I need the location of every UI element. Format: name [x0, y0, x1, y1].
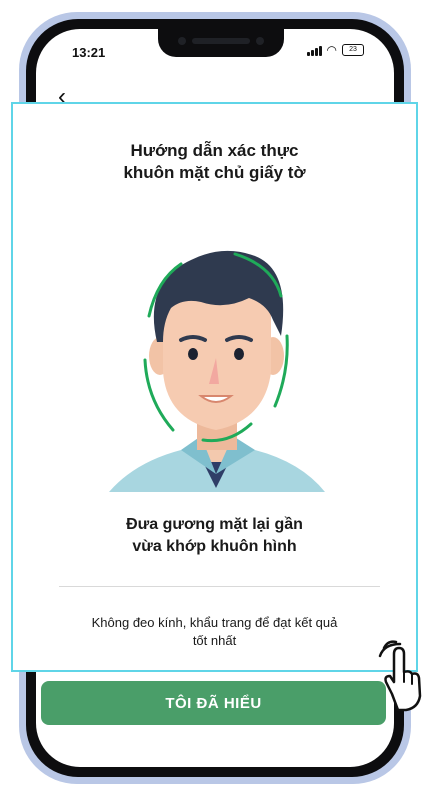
battery-level: 23	[349, 46, 357, 53]
title-line-1: Hướng dẫn xác thực	[130, 141, 299, 160]
status-time: 13:21	[72, 45, 106, 60]
status-icons: ◠ 23	[306, 43, 364, 57]
speaker-grille	[192, 38, 250, 44]
instruction-text: Đưa gương mặt lại gần vừa khớp khuôn hìn…	[13, 514, 416, 558]
signal-icon	[306, 45, 322, 56]
camera-dot	[256, 37, 264, 45]
pointer-hand-icon	[378, 640, 422, 712]
instruction-line-1: Đưa gương mặt lại gần	[126, 516, 303, 533]
notch	[158, 29, 284, 57]
title-line-2: khuôn mặt chủ giấy tờ	[123, 163, 306, 182]
battery-icon: 23	[342, 44, 364, 56]
face-illustration	[109, 250, 325, 492]
tip-line-1: Không đeo kính, khẩu trang để đạt kết qu…	[91, 615, 338, 630]
instruction-line-2: vừa khớp khuôn hình	[132, 538, 297, 555]
divider	[59, 586, 380, 587]
tip-text: Không đeo kính, khẩu trang để đạt kết qu…	[43, 614, 386, 650]
face-guide-panel: Hướng dẫn xác thực khuôn mặt chủ giấy tờ	[11, 102, 418, 672]
eye-left	[188, 348, 198, 360]
understand-button[interactable]: TÔI ĐÃ HIỂU	[41, 681, 386, 725]
eye-right	[234, 348, 244, 360]
tip-line-2: tốt nhất	[192, 633, 237, 648]
wifi-icon: ◠	[326, 43, 337, 57]
page-title: Hướng dẫn xác thực khuôn mặt chủ giấy tờ	[13, 140, 416, 184]
camera-dot	[178, 37, 186, 45]
